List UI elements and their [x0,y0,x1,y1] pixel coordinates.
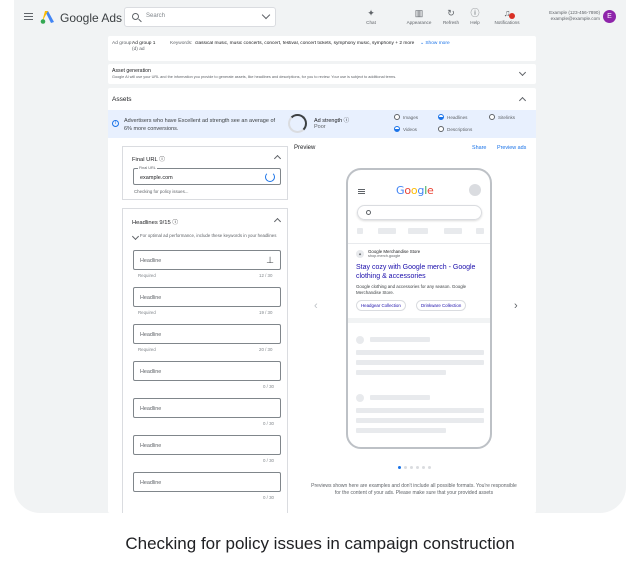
skeleton-bar [476,228,484,234]
notification-badge [509,13,515,19]
search-icon [132,13,139,20]
skeleton-bar [378,228,396,234]
avatar[interactable]: E [603,10,616,23]
assets-title: Assets [112,96,132,103]
status-circle-icon [394,114,400,120]
policy-check-status: Checking for policy issues... [134,189,189,194]
ad-strength-bar: i Advertisers who have Excellent ad stre… [108,110,536,138]
pin-icon[interactable]: ⊥ [266,255,274,266]
bell-icon: ♫ [503,8,511,18]
google-ads-logo-icon [40,11,54,24]
asset-generation-description: Google AI will use your URL and the info… [112,75,397,79]
skeleton-bar [357,228,363,234]
menu-icon [358,189,365,194]
asset-generation-panel[interactable]: Asset generation Google AI will use your… [108,64,536,84]
chat-button[interactable]: ✦ Chat [354,7,388,25]
phone-mockup: Google ◆ Google Merchandise Store shop.m… [346,168,492,449]
google-logo: Google [396,184,434,197]
preview-title: Preview [294,145,316,151]
chevron-up-icon[interactable] [518,96,527,105]
headline-input-3[interactable]: Headline [133,324,281,344]
check-images: Images [394,114,418,120]
ad-preview-panel: Preview Share Preview ads ‹ › Google ◆ G… [294,138,534,513]
ad-strength-gauge [288,114,307,133]
appearance-icon: ▥ [414,8,424,18]
notifications-button[interactable]: ♫ Notifications [490,7,524,25]
headline-input-2[interactable]: Headline [133,287,281,307]
ad-strength-label: Ad strength ⓘ [314,118,350,124]
headline-input-1[interactable]: Headline ⊥ [133,250,281,270]
ad-headline: Stay cozy with Google merch - Google clo… [356,264,476,280]
chevron-up-icon[interactable] [273,154,282,163]
sitelink-chip: Headgear Collection [356,300,406,311]
strength-message: Advertisers who have Excellent ad streng… [124,118,276,132]
ad-group-value: Ad group 1 (d) ad [132,41,156,52]
store-url: shop.merch.google [368,254,401,258]
app-frame: Google Ads Search ✦ Chat ▥ Appearance ↻ … [14,0,626,513]
sitelink-chip: Drinkware Collection [416,300,467,311]
ad-description: Google clothing and accessories for any … [356,284,467,295]
status-circle-icon [394,126,400,132]
chevron-up-icon[interactable] [273,217,282,226]
search-icon [366,210,371,215]
chevron-down-icon [131,232,140,241]
headline-input-6[interactable]: Headline [133,435,281,455]
status-circle-icon [438,114,444,120]
store-favicon-icon: ◆ [356,250,364,258]
chevron-down-icon[interactable] [518,68,527,77]
account-info[interactable]: Example (123-456-7890) example@example.c… [549,10,600,22]
headline-input-7[interactable]: Headline [133,472,281,492]
ad-group-summary: Ad group: Ad group 1 (d) ad Keywords: cla… [108,36,536,61]
appearance-button[interactable]: ▥ Appearance [402,7,436,25]
info-icon: i [112,120,119,127]
help-icon: ⓘ [470,8,480,18]
check-headlines: Headlines [438,114,467,120]
brand-name: Google Ads [60,11,123,25]
previous-arrow-icon[interactable]: ‹ [314,300,318,312]
status-circle-icon [438,126,444,132]
check-videos: Videos [394,126,417,132]
skeleton-bar [408,228,428,234]
help-button[interactable]: ⓘ Help [458,7,492,25]
sparkle-icon: ✦ [367,8,375,18]
check-descriptions: Descriptions [438,126,472,132]
show-more-link[interactable]: ⌄ Show more [420,41,450,47]
loading-spinner-icon [265,172,275,182]
assets-panel: Assets i Advertisers who have Excellent … [108,88,536,513]
share-link[interactable]: Share [472,145,486,151]
preview-disclaimer: Previews shown here are examples and don… [311,483,517,496]
next-arrow-icon[interactable]: › [514,300,518,312]
top-bar: Google Ads Search ✦ Chat ▥ Appearance ↻ … [14,0,626,36]
search-placeholder: Search [146,13,166,19]
phone-search-bar [357,205,482,220]
headline-input-5[interactable]: Headline [133,398,281,418]
final-url-title: Final URL ⓘ [132,157,165,163]
skeleton-bar [444,228,462,234]
status-circle-icon [489,114,495,120]
chevron-down-icon [261,10,271,20]
avatar [469,184,481,196]
check-sitelinks: Sitelinks [489,114,515,120]
final-url-input[interactable]: Final URL example.com [133,166,281,185]
final-url-section: Final URL ⓘ Final URL example.com Checki… [122,146,288,200]
search-box[interactable]: Search [124,7,276,27]
keywords-value: classical music, music concerts, concert… [195,41,415,46]
caption: Checking for policy issues in campaign c… [125,534,515,553]
preview-ads-link[interactable]: Preview ads [497,145,526,151]
carousel-dots [398,466,431,469]
asset-generation-title: Asset generation [112,68,151,74]
search-ad: ◆ Google Merchandise Store shop.merch.go… [348,243,490,323]
ad-strength-value: Poor [314,124,326,130]
headline-input-4[interactable]: Headline [133,361,281,381]
menu-icon[interactable] [24,13,33,20]
headlines-title: Headlines 9/15 ⓘ [132,220,179,226]
headlines-section: Headlines 9/15 ⓘ For optimal ad performa… [122,208,288,513]
